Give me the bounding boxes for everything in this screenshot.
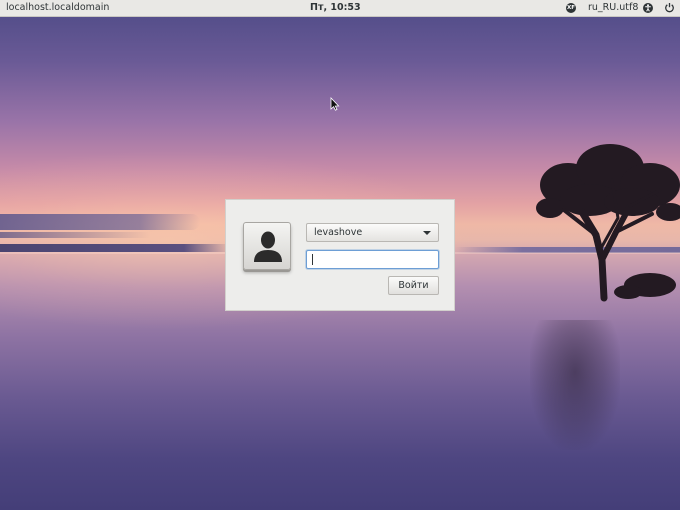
power-icon[interactable] [664,2,675,13]
mouse-cursor-icon [330,97,340,111]
locale-selector[interactable]: ru_RU.utf8 [588,2,638,13]
user-silhouette-icon [254,231,282,262]
username-dropdown[interactable]: levashove [306,223,439,242]
password-field[interactable] [306,250,439,269]
accessibility-icon[interactable] [643,3,653,13]
cloud-band-lower [0,232,150,238]
chevron-down-icon [423,231,431,235]
top-panel: localhost.localdomain Пт, 10:53 XF ru_RU… [0,0,680,17]
distant-shore-left [0,244,230,252]
clock[interactable]: Пт, 10:53 [310,2,361,13]
tree-silhouette [536,144,680,302]
user-avatar[interactable] [243,222,291,270]
login-button[interactable]: Войти [388,276,439,295]
login-dialog: levashove Войти [225,199,455,311]
tree-reflection [530,320,620,450]
hostname-label: localhost.localdomain [6,2,110,13]
xf-keyboard-icon[interactable]: XF [566,3,576,13]
cloud-band [0,214,200,230]
text-caret [312,254,313,265]
username-value: levashove [314,227,363,238]
